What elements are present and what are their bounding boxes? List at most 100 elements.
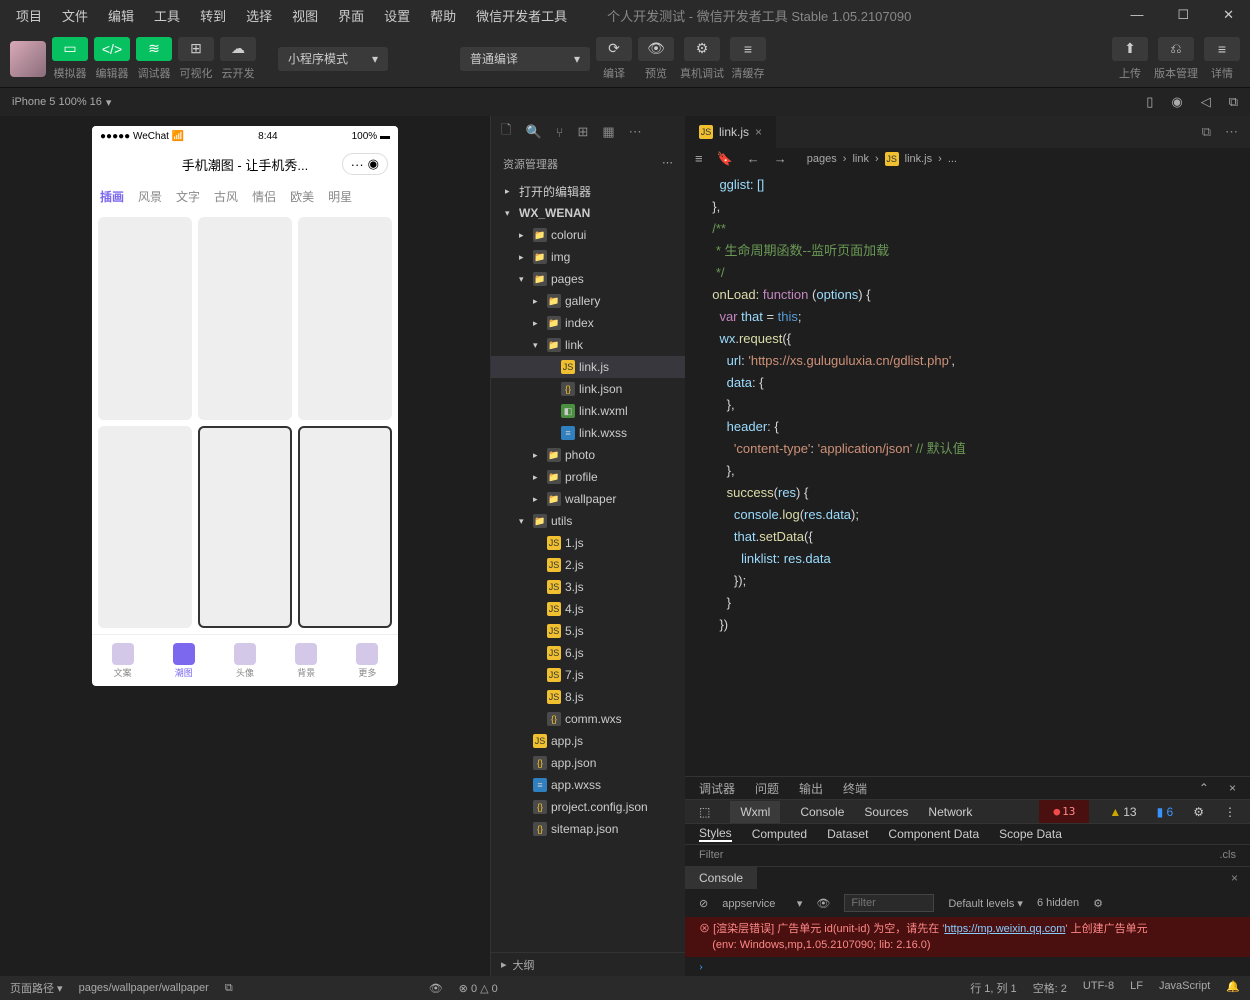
menu-item[interactable]: 项目 — [8, 2, 50, 29]
cursor-pos[interactable]: 行 1, 列 1 — [970, 980, 1016, 996]
tree-item[interactable]: JS6.js — [491, 642, 685, 664]
close-icon[interactable]: × — [1219, 871, 1250, 885]
nav-item[interactable]: 头像 — [234, 643, 256, 679]
clearcache-button[interactable]: ≡ — [730, 37, 766, 61]
tree-item[interactable]: ▸📁profile — [491, 466, 685, 488]
outline-section[interactable]: ▸大纲 — [491, 952, 685, 976]
panel-tab[interactable]: Sources — [864, 805, 908, 819]
levels-select[interactable]: Default levels ▾ — [948, 897, 1023, 910]
files-icon[interactable]: 🗋 — [501, 121, 511, 143]
menu-item[interactable]: 界面 — [330, 2, 372, 29]
tree-item[interactable]: {}link.json — [491, 378, 685, 400]
wallpaper-card[interactable] — [198, 426, 292, 629]
tree-item[interactable]: ▸📁wallpaper — [491, 488, 685, 510]
ext-icon[interactable]: ⋯ — [629, 124, 642, 140]
indent[interactable]: 空格: 2 — [1033, 980, 1067, 996]
tree-item[interactable]: ▸📁photo — [491, 444, 685, 466]
filter-input[interactable] — [844, 894, 934, 912]
branch-icon[interactable]: ⑂ — [556, 125, 564, 140]
split-icon[interactable]: ⧉ — [1202, 124, 1211, 140]
tree-item[interactable]: ◧link.wxml — [491, 400, 685, 422]
back-icon[interactable]: ← — [747, 151, 760, 167]
language[interactable]: JavaScript — [1159, 980, 1210, 996]
tree-item[interactable]: ▸📁gallery — [491, 290, 685, 312]
more-icon[interactable]: ⋯ — [1225, 124, 1238, 140]
visual-button[interactable]: ⊞ — [178, 37, 214, 61]
more-icon[interactable]: ⋯ — [662, 156, 673, 172]
tree-item[interactable]: JSlink.js — [491, 356, 685, 378]
bookmark-icon[interactable]: 🔖 — [717, 151, 733, 167]
avatar[interactable] — [10, 41, 46, 77]
style-tab[interactable]: Scope Data — [999, 827, 1062, 841]
error-badge[interactable]: ⊗ 0 △ 0 — [459, 982, 498, 995]
nav-item[interactable]: 文案 — [112, 643, 134, 679]
tree-item[interactable]: JS3.js — [491, 576, 685, 598]
style-tab[interactable]: Styles — [699, 826, 732, 842]
tab[interactable]: 文字 — [176, 188, 200, 205]
mode-select[interactable]: 小程序模式▾ — [278, 47, 388, 71]
nav-item[interactable]: 更多 — [356, 643, 378, 679]
dbg-tab[interactable]: 终端 — [843, 780, 867, 797]
search-icon[interactable]: 🔍 — [525, 124, 541, 140]
dbg-tab[interactable]: 输出 — [799, 780, 823, 797]
tree-section[interactable]: ▾WX_WENAN — [491, 202, 685, 224]
list-icon[interactable]: ≡ — [695, 151, 703, 167]
panel-tab[interactable]: Network — [928, 805, 972, 819]
copy-icon[interactable]: ⧉ — [1229, 94, 1238, 110]
code-area[interactable]: gglist: [] }, /** * 生命周期函数--监听页面加载 */ on… — [685, 170, 1250, 776]
close-icon[interactable]: ✕ — [1215, 3, 1242, 27]
minimize-icon[interactable]: — — [1122, 3, 1151, 27]
menu-item[interactable]: 选择 — [238, 2, 280, 29]
device-icon[interactable]: ▯ — [1146, 94, 1153, 110]
maximize-icon[interactable]: ☐ — [1169, 3, 1197, 27]
copy-icon[interactable]: ⧉ — [225, 982, 233, 995]
menu-item[interactable]: 转到 — [192, 2, 234, 29]
tree-item[interactable]: ▾📁link — [491, 334, 685, 356]
eye-icon[interactable]: 👁 — [429, 982, 443, 995]
tree-item[interactable]: ▾📁utils — [491, 510, 685, 532]
eye-icon[interactable]: 👁 — [816, 897, 830, 910]
tree-item[interactable]: JS2.js — [491, 554, 685, 576]
simulator-button[interactable]: ▭ — [52, 37, 88, 61]
detail-button[interactable]: ≡ — [1204, 37, 1240, 61]
settings-icon[interactable]: ⚙ — [1193, 805, 1204, 819]
wallpaper-card[interactable] — [98, 217, 192, 420]
menu-item[interactable]: 设置 — [376, 2, 418, 29]
compile-select[interactable]: 普通编译▾ — [460, 47, 590, 71]
close-icon[interactable]: × — [1229, 781, 1236, 795]
panel-tab[interactable]: Console — [800, 805, 844, 819]
tree-item[interactable]: ▾📁pages — [491, 268, 685, 290]
tab[interactable]: 明星 — [328, 188, 352, 205]
tree-item[interactable]: JS8.js — [491, 686, 685, 708]
context-select[interactable]: appservice ▾ — [722, 897, 802, 910]
more-icon[interactable]: ⋮ — [1224, 805, 1236, 819]
upload-button[interactable]: ⬆ — [1112, 37, 1148, 61]
dbg-tab[interactable]: 问题 — [755, 780, 779, 797]
wallpaper-card[interactable] — [98, 426, 192, 629]
tree-item[interactable]: ▸📁img — [491, 246, 685, 268]
wallpaper-card[interactable] — [298, 426, 392, 629]
cloud-button[interactable]: ☁ — [220, 37, 256, 61]
forward-icon[interactable]: → — [774, 151, 787, 167]
inspect-icon[interactable]: ⬚ — [699, 805, 710, 819]
realdebug-button[interactable]: ⚙ — [684, 37, 720, 61]
wallpaper-card[interactable] — [298, 217, 392, 420]
device-label[interactable]: iPhone 5 100% 16 — [12, 96, 102, 108]
warn-count[interactable]: 13 — [1109, 805, 1136, 819]
version-button[interactable]: ⎌ — [1158, 37, 1194, 61]
clear-icon[interactable]: ⊘ — [699, 897, 708, 910]
style-tab[interactable]: Dataset — [827, 827, 868, 841]
menu-item[interactable]: 帮助 — [422, 2, 464, 29]
filter-input[interactable]: Filter — [699, 849, 723, 861]
eol[interactable]: LF — [1130, 980, 1143, 996]
settings-icon[interactable]: ⚙ — [1093, 897, 1103, 910]
dbg-tab[interactable]: 调试器 — [699, 780, 735, 797]
page-path[interactable]: pages/wallpaper/wallpaper — [79, 982, 209, 994]
menu-item[interactable]: 工具 — [146, 2, 188, 29]
tree-section[interactable]: ▸打开的编辑器 — [491, 180, 685, 202]
tree-item[interactable]: {}comm.wxs — [491, 708, 685, 730]
tree-item[interactable]: ▸📁index — [491, 312, 685, 334]
menu-item[interactable]: 视图 — [284, 2, 326, 29]
tab[interactable]: 风景 — [138, 188, 162, 205]
hidden-count[interactable]: 6 hidden — [1037, 897, 1079, 909]
